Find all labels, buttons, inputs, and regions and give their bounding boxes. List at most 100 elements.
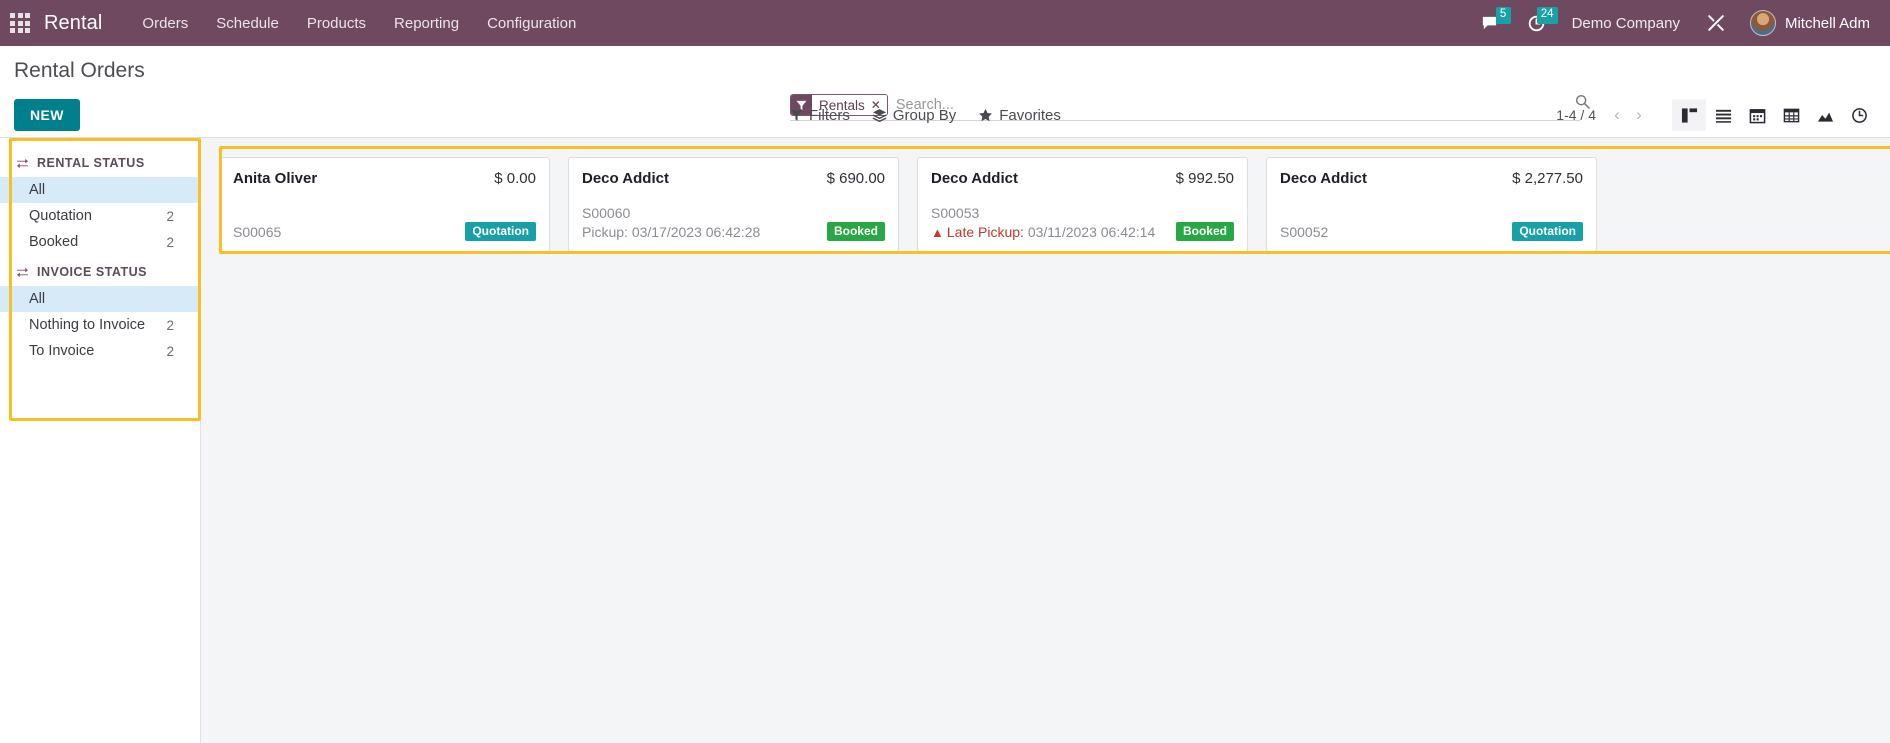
- messages-button[interactable]: 5: [1466, 0, 1513, 46]
- kanban-card-row: Anita Oliver $ 0.00 S00065 Quotation Dec…: [219, 152, 1890, 252]
- graph-view-icon: [1817, 112, 1833, 122]
- kanban-card-reference-block: S00052: [1280, 224, 1328, 242]
- filters-dropdown[interactable]: Filters: [790, 107, 850, 124]
- kanban-card-customer: Anita Oliver: [233, 170, 318, 187]
- sidebar-item-label: All: [29, 182, 46, 198]
- kanban-card[interactable]: Anita Oliver $ 0.00 S00065 Quotation: [219, 157, 550, 252]
- sidebar-item-count: 2: [166, 234, 174, 250]
- list-view-icon: [1715, 109, 1731, 123]
- sidebar-item-rental-all[interactable]: All: [0, 177, 200, 203]
- pager-previous-button[interactable]: ‹: [1606, 102, 1628, 128]
- filter-funnel-icon: [790, 109, 803, 121]
- kanban-card[interactable]: Deco Addict $ 992.50 S00053 ▲ Late Pickup…: [917, 157, 1248, 252]
- menu-item-products[interactable]: Products: [293, 9, 380, 38]
- kanban-card-header: Anita Oliver $ 0.00: [233, 170, 536, 187]
- user-name-label: Mitchell Adm: [1784, 14, 1870, 32]
- page-title: Rental Orders: [14, 59, 145, 82]
- sidebar-section-label: INVOICE STATUS: [37, 265, 148, 279]
- layers-icon: [872, 108, 887, 122]
- view-button-kanban[interactable]: [1672, 99, 1706, 131]
- menu-item-configuration[interactable]: Configuration: [473, 9, 590, 38]
- sidebar-item-rental-quotation[interactable]: Quotation 2: [0, 203, 200, 229]
- kanban-card-reference: S00052: [1280, 223, 1329, 240]
- sidebar-item-count: 2: [166, 343, 174, 359]
- kanban-card-footer: S00060 Pickup: 03/17/2023 06:42:28 Booke…: [582, 205, 885, 241]
- messages-badge: 5: [1495, 7, 1511, 24]
- pickup-prefix-label: Late Pickup:: [946, 223, 1024, 240]
- status-badge: Booked: [826, 222, 885, 241]
- kanban-card-header: Deco Addict $ 2,277.50: [1280, 170, 1583, 187]
- avatar: [1749, 10, 1776, 36]
- warning-triangle-icon: ▲: [931, 224, 944, 240]
- kanban-card-customer: Deco Addict: [931, 170, 1018, 187]
- kanban-card-header: Deco Addict $ 992.50: [931, 170, 1234, 187]
- sidebar-item-invoice-all[interactable]: All: [0, 286, 200, 312]
- menu-item-orders[interactable]: Orders: [128, 9, 202, 38]
- kanban-card-reference-block: S00065: [233, 224, 281, 242]
- view-button-list[interactable]: [1706, 99, 1740, 131]
- kanban-card-amount: $ 992.50: [1175, 170, 1234, 187]
- kanban-card-pickup: ▲ Late Pickup: 03/11/2023 06:42:14: [931, 224, 1155, 242]
- search-dropdown-buttons: Filters Group By Favorites: [790, 107, 1061, 124]
- developer-tools-button[interactable]: [1692, 0, 1740, 46]
- kanban-card-amount: $ 2,277.50: [1512, 170, 1583, 187]
- status-badge: Quotation: [465, 222, 536, 241]
- kanban-card-amount: $ 690.00: [826, 170, 885, 187]
- activity-clock-view-icon: [1851, 107, 1867, 123]
- sidebar-item-label: Quotation: [29, 208, 92, 224]
- pager-next-button[interactable]: ›: [1628, 102, 1650, 128]
- kanban-card-reference: S00065: [233, 223, 282, 240]
- menu-item-schedule[interactable]: Schedule: [202, 9, 293, 38]
- status-badge: Quotation: [1512, 222, 1583, 241]
- new-button[interactable]: NEW: [14, 99, 80, 131]
- view-button-graph[interactable]: [1808, 99, 1842, 131]
- kanban-card[interactable]: Deco Addict $ 690.00 S00060 Pickup: 03/1…: [568, 157, 899, 252]
- apps-grid-icon[interactable]: [10, 13, 30, 33]
- main-menu: Orders Schedule Products Reporting Confi…: [128, 9, 590, 38]
- exchange-arrows-icon: [16, 267, 29, 278]
- wrench-tools-icon: [1708, 15, 1724, 31]
- top-navbar: Rental Orders Schedule Products Reportin…: [0, 0, 1890, 46]
- kanban-card-reference-block: S00060 Pickup: 03/17/2023 06:42:28: [582, 205, 760, 241]
- navbar-system-tray: 5 24 Demo Company Mitchell Adm: [1466, 0, 1876, 46]
- sidebar-section-title-invoice-status: INVOICE STATUS: [0, 255, 200, 286]
- kanban-card-footer: S00053 ▲ Late Pickup: 03/11/2023 06:42:14…: [931, 205, 1234, 241]
- group-by-dropdown[interactable]: Group By: [872, 107, 956, 124]
- view-switcher: [1672, 99, 1876, 131]
- view-button-activity[interactable]: [1842, 99, 1876, 131]
- sidebar-item-to-invoice[interactable]: To Invoice 2: [0, 338, 200, 364]
- sidebar-section-label: RENTAL STATUS: [37, 156, 145, 170]
- page-body: RENTAL STATUS All Quotation 2 Booked 2 I…: [0, 138, 1890, 743]
- kanban-card-customer: Deco Addict: [582, 170, 669, 187]
- kanban-card-amount: $ 0.00: [494, 170, 536, 187]
- pager-range: 1-4 / 4: [1556, 107, 1596, 123]
- app-brand-rental[interactable]: Rental: [44, 12, 102, 35]
- kanban-view: Anita Oliver $ 0.00 S00065 Quotation Dec…: [201, 138, 1890, 743]
- kanban-card[interactable]: Deco Addict $ 2,277.50 S00052 Quotation: [1266, 157, 1597, 252]
- kanban-card-customer: Deco Addict: [1280, 170, 1367, 187]
- sidebar-section-invoice-status: INVOICE STATUS All Nothing to Invoice 2 …: [0, 255, 200, 364]
- activities-badge: 24: [1536, 7, 1558, 24]
- status-badge: Booked: [1175, 222, 1234, 241]
- kanban-card-header: Deco Addict $ 690.00: [582, 170, 885, 187]
- exchange-arrows-icon: [16, 158, 29, 169]
- calendar-view-icon: [1749, 108, 1765, 123]
- favorites-dropdown[interactable]: Favorites: [978, 107, 1061, 124]
- pickup-date: 03/17/2023 06:42:28: [631, 223, 761, 240]
- filters-label: Filters: [809, 106, 850, 124]
- sidebar-item-label: To Invoice: [29, 343, 95, 359]
- view-button-calendar[interactable]: [1740, 99, 1774, 131]
- sidebar-item-label: Booked: [29, 234, 79, 250]
- menu-item-reporting[interactable]: Reporting: [380, 9, 473, 38]
- control-panel-right: 1-4 / 4 ‹ ›: [1556, 99, 1876, 131]
- company-selector[interactable]: Demo Company: [1560, 15, 1692, 32]
- sidebar-item-nothing-to-invoice[interactable]: Nothing to Invoice 2: [0, 312, 200, 338]
- view-button-pivot[interactable]: [1774, 99, 1808, 131]
- activities-button[interactable]: 24: [1513, 0, 1560, 46]
- kanban-view-icon: [1681, 107, 1697, 123]
- pivot-view-icon: [1783, 108, 1799, 122]
- sidebar-item-rental-booked[interactable]: Booked 2: [0, 229, 200, 255]
- kanban-card-reference-block: S00053 ▲ Late Pickup: 03/11/2023 06:42:14: [931, 205, 1155, 241]
- kanban-card-pickup: Pickup: 03/17/2023 06:42:28: [582, 224, 760, 242]
- user-menu[interactable]: Mitchell Adm: [1740, 10, 1876, 36]
